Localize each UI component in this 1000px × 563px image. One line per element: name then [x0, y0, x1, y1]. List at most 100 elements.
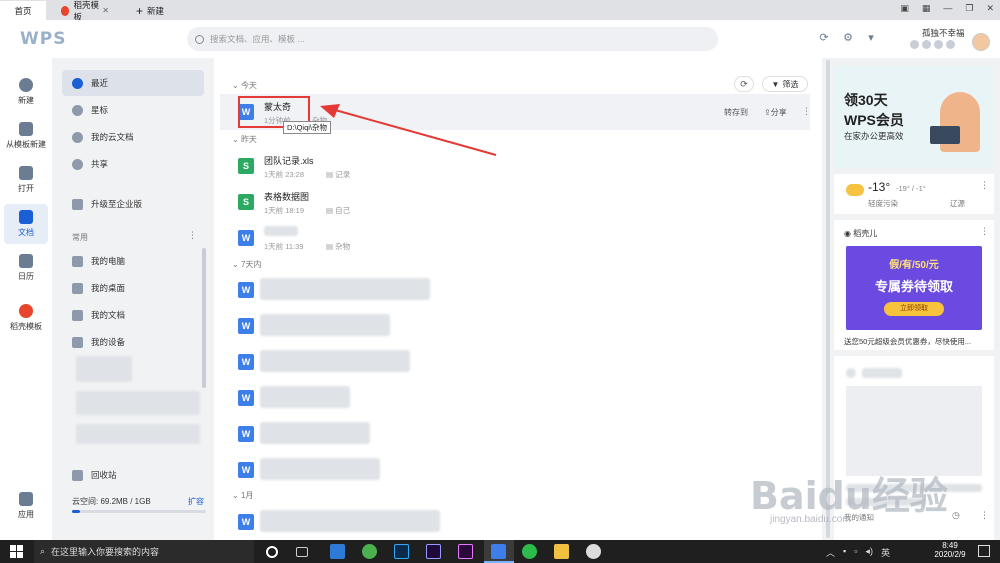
expand-link[interactable]: 扩容 [188, 496, 204, 507]
file-row[interactable]: W [220, 344, 810, 380]
promo-card[interactable]: 领30天 WPS会员 在家办公更高效 [834, 66, 994, 168]
premiere-icon[interactable] [458, 544, 473, 559]
more-icon[interactable]: ⋮ [980, 180, 989, 191]
nav-computer[interactable]: 我的电脑 [62, 248, 204, 274]
user-name[interactable]: 孤独不幸福 [922, 27, 965, 39]
file-row[interactable]: W 1天前 11:39 ▤ 杂物 [220, 220, 810, 256]
avatar[interactable] [972, 33, 990, 51]
tab-new[interactable]: + 新建 [128, 1, 188, 20]
file-row[interactable]: W [220, 504, 810, 540]
rail-docs[interactable]: 文档 [4, 204, 48, 244]
app-icon[interactable] [586, 544, 601, 559]
nav-documents[interactable]: 我的文档 [62, 302, 204, 328]
computer-icon [72, 255, 83, 267]
tab-daoke-template[interactable]: 稻壳模板 ✕ [53, 0, 117, 22]
nav-desktop[interactable]: 我的桌面 [62, 275, 204, 301]
clock-time: 8:49 [942, 541, 958, 550]
file-row[interactable]: W [220, 416, 810, 452]
file-time: 1天前 23:28 [264, 170, 305, 179]
file-row[interactable]: W [220, 380, 810, 416]
search-input[interactable]: 搜索文档、应用、模板 ... [187, 27, 718, 51]
close-window-icon[interactable]: ✕ [986, 3, 994, 14]
rail-calendar[interactable]: 日历 [4, 248, 48, 288]
daoke-header: ◉ 稻壳儿 [844, 229, 878, 238]
share-button[interactable]: ⇪分享 [764, 107, 787, 118]
folder-icon [72, 309, 83, 321]
word-doc-icon: W [238, 230, 254, 246]
tab-home[interactable]: 首页 [0, 1, 46, 20]
nav-devices[interactable]: 我的设备 [62, 329, 204, 355]
more-icon[interactable]: ⋮ [802, 106, 811, 117]
location-label: 自己 [335, 206, 351, 215]
grid-icon[interactable]: ▦ [922, 3, 931, 14]
file-row[interactable]: S 表格数据图 1天前 18:19 ▤ 自己 [220, 184, 810, 220]
rail-open[interactable]: 打开 [4, 160, 48, 200]
claim-button[interactable]: 立即领取 [884, 302, 944, 316]
weather-range: -19° / -1° [896, 184, 926, 193]
nav-recycle[interactable]: 回收站 [62, 462, 204, 488]
word-doc-icon: W [238, 514, 254, 530]
taskbar-search[interactable]: ⌕ 在这里输入你要搜索的内容 [34, 540, 254, 563]
tray-app-icon[interactable]: ▪ [843, 546, 846, 559]
weather-temp: -13° [868, 180, 891, 194]
nav-label: 我的文档 [91, 310, 126, 320]
clock[interactable]: 8:49 2020/2/9 [930, 541, 970, 559]
more-icon[interactable]: ⋮ [188, 230, 197, 241]
wechat-icon[interactable] [522, 544, 537, 559]
file-row[interactable]: W [220, 272, 810, 308]
sync-icon[interactable]: ⟳ [818, 32, 830, 44]
browser-icon[interactable] [362, 544, 377, 559]
file-row[interactable]: W [220, 452, 810, 488]
nav-cloud[interactable]: 我的云文档 [62, 124, 204, 150]
notification-icon[interactable] [978, 545, 990, 557]
rail-daoke[interactable]: 稻壳模板 [4, 298, 48, 338]
refresh-icon[interactable]: ⟳ [734, 76, 754, 92]
ime-indicator[interactable]: 英 [881, 546, 890, 559]
nav-share[interactable]: 共享 [62, 151, 204, 177]
minimize-icon[interactable]: — [943, 3, 952, 14]
file-explorer-icon[interactable] [554, 544, 569, 559]
coupon-banner[interactable]: 假/有/50/元 专属券待领取 立即领取 [846, 246, 982, 330]
file-row[interactable]: W [220, 308, 810, 344]
photoshop-icon[interactable] [394, 544, 409, 559]
gear-icon[interactable]: ⚙ [842, 32, 854, 44]
file-time: 1天前 18:19 [264, 206, 305, 215]
nav-star[interactable]: 星标 [62, 97, 204, 123]
move-to-button[interactable]: 转存到 [724, 107, 748, 118]
nav-upgrade[interactable]: 升级至企业版 [62, 191, 204, 217]
weather-city[interactable]: 辽源 [950, 198, 965, 209]
sidebar-toggle-icon[interactable]: ▣ [900, 3, 909, 14]
rail-from-template[interactable]: 从模板新建 [4, 116, 48, 156]
edge-icon[interactable] [330, 544, 345, 559]
more-icon[interactable]: ⋮ [980, 226, 989, 237]
tray-network-icon[interactable]: ▫ [854, 546, 857, 559]
rail-new[interactable]: 新建 [4, 72, 48, 112]
skin-icon[interactable]: ▾ [865, 32, 877, 44]
daoke-icon [61, 5, 70, 16]
close-icon[interactable]: ✕ [102, 6, 109, 15]
clock-date: 2020/2/9 [934, 550, 966, 559]
task-view-icon[interactable] [296, 547, 308, 557]
wps-taskbar-active[interactable] [484, 540, 514, 563]
blurred-name [260, 510, 440, 532]
blurred-item [76, 424, 200, 444]
weather-card[interactable]: -13° -19° / -1° 轻度污染 辽源 ⋮ [834, 174, 994, 214]
restore-icon[interactable]: ❐ [965, 3, 973, 14]
nav-recent[interactable]: 最近 [62, 70, 204, 96]
after-effects-icon[interactable] [426, 544, 441, 559]
volume-icon[interactable]: ◂) [865, 546, 873, 559]
promo-subtitle: 在家办公更高效 [844, 131, 904, 141]
filter-button[interactable]: ▼ 筛选 [762, 76, 808, 92]
nav-scrollbar[interactable] [202, 248, 206, 388]
left-rail: 新建 从模板新建 打开 文档 日历 稻壳模板 应用 [0, 58, 52, 540]
windows-start-icon[interactable] [10, 545, 23, 558]
blurred-item [76, 391, 200, 415]
rail-apps[interactable]: 应用 [4, 486, 48, 526]
blurred-name [260, 422, 370, 444]
clock-icon[interactable]: ◷ [952, 510, 960, 521]
cortana-icon[interactable] [266, 546, 278, 558]
daoke-card[interactable]: ◉ 稻壳儿 ⋮ 假/有/50/元 专属券待领取 立即领取 送您50元超级会员优惠… [834, 220, 994, 350]
tray-chevron-icon[interactable]: ︿ [826, 546, 835, 559]
more-icon[interactable]: ⋮ [980, 510, 989, 521]
word-doc-icon: W [238, 462, 254, 478]
